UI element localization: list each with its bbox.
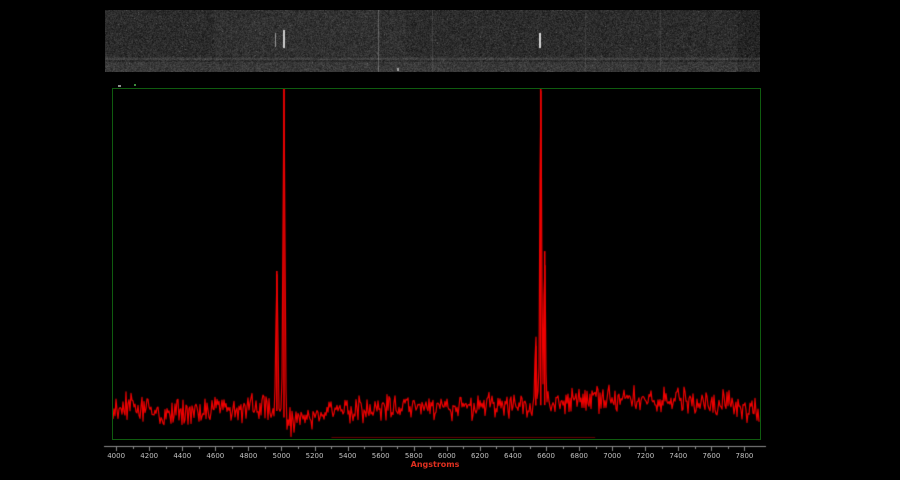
- axis-tick-label: 6800: [564, 452, 594, 460]
- axis-tick-label: 4600: [200, 452, 230, 460]
- axis-tick-label: 4800: [233, 452, 263, 460]
- axis-tick-label: 6400: [498, 452, 528, 460]
- x-axis-title: Angstroms: [395, 460, 475, 469]
- axis-tick-label: 4200: [134, 452, 164, 460]
- 1d-spectrum-trace: [113, 89, 760, 439]
- spectrum-plot-frame: [112, 88, 761, 440]
- axis-tick-label: 4000: [101, 452, 131, 460]
- axis-tick-label: 7200: [630, 452, 660, 460]
- 2d-spectrogram-image: [105, 10, 760, 72]
- axis-tick-label: 7000: [597, 452, 627, 460]
- axis-tick-label: 7600: [696, 452, 726, 460]
- axis-tick-label: 6000: [432, 452, 462, 460]
- axis-tick-label: 4400: [167, 452, 197, 460]
- axis-tick-label: 5400: [333, 452, 363, 460]
- axis-tick-label: 6200: [465, 452, 495, 460]
- axis-tick-label: 5800: [399, 452, 429, 460]
- axis-tick-label: 5200: [300, 452, 330, 460]
- axis-tick-label: 5000: [266, 452, 296, 460]
- axis-tick-label: 7400: [663, 452, 693, 460]
- axis-tick-label: 7800: [729, 452, 759, 460]
- axis-tick-label: 5600: [366, 452, 396, 460]
- cursor-marker-gray: [118, 85, 121, 87]
- spectrum-viewer-window: Angstroms 400042004400460048005000 520054…: [0, 0, 900, 480]
- cursor-marker-green: [134, 84, 136, 86]
- axis-tick-label: 6600: [531, 452, 561, 460]
